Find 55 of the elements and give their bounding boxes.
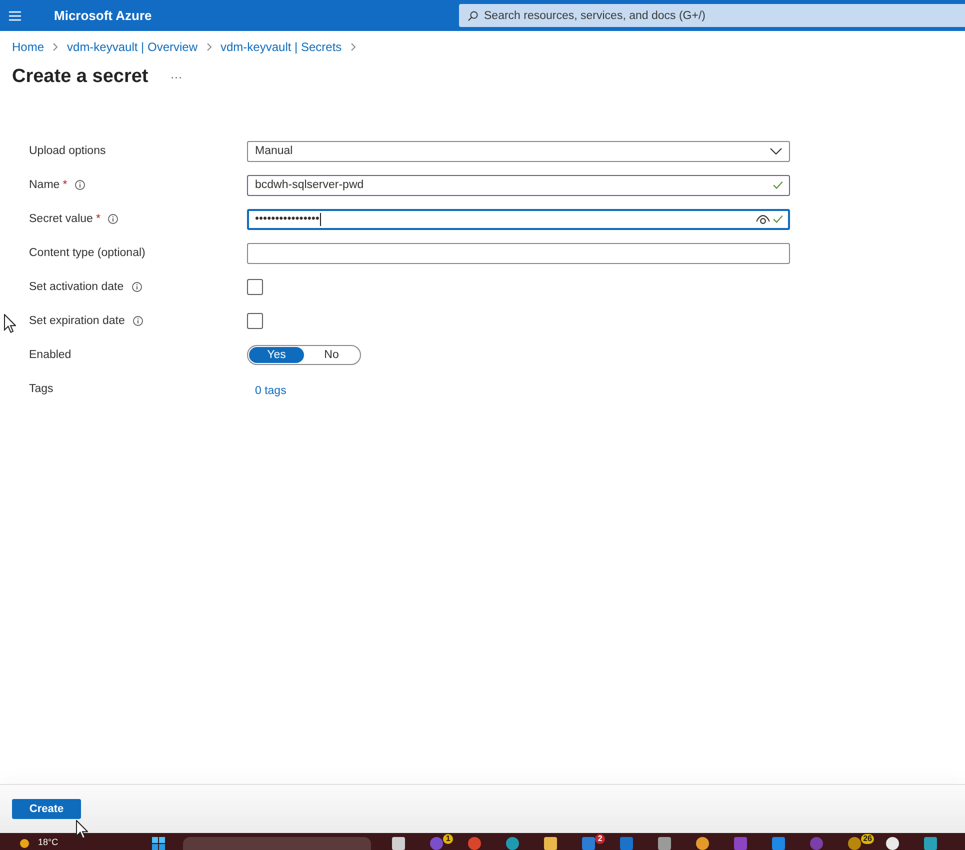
portal-title[interactable]: Microsoft Azure: [54, 8, 152, 23]
text-field[interactable]: [247, 242, 790, 264]
field-label: Set expiration date: [29, 315, 125, 327]
eye-icon[interactable]: [756, 214, 770, 224]
taskbar-search-field[interactable]: [183, 837, 372, 850]
mouse-pointer-icon: [76, 820, 88, 839]
checkbox[interactable]: [247, 279, 263, 295]
app-icon[interactable]: [544, 837, 557, 850]
start-menu-icon[interactable]: [152, 837, 166, 850]
chevron-right-icon: [350, 43, 356, 51]
breadcrumb-link[interactable]: vdm-keyvault | Secrets: [220, 40, 342, 54]
info-icon[interactable]: [132, 316, 143, 326]
app-icon[interactable]: [886, 837, 899, 850]
temperature-text: 18°C: [38, 837, 58, 847]
chevron-right-icon: [206, 43, 212, 51]
page-title: Create a secret: [12, 66, 148, 88]
text-field[interactable]: bcdwh-sqlserver-pwd: [247, 174, 790, 196]
toggle-option[interactable]: No: [304, 347, 359, 363]
toggle-option[interactable]: Yes: [249, 347, 304, 363]
field-label: Set activation date: [29, 281, 124, 293]
dropdown-field[interactable]: Manual: [247, 140, 790, 162]
info-icon[interactable]: [75, 180, 86, 190]
breadcrumb-link[interactable]: Home: [12, 40, 44, 54]
field-label: Enabled: [29, 349, 72, 361]
chevron-right-icon: [53, 43, 58, 51]
create-button[interactable]: Create: [12, 799, 81, 819]
field-label: Secret value: [29, 213, 93, 225]
notification-badge: 1: [443, 834, 454, 844]
password-field[interactable]: ••••••••••••••••: [247, 208, 790, 230]
app-icon[interactable]: [924, 837, 937, 850]
field-label: Content type (optional): [29, 247, 146, 259]
mouse-pointer-icon: [4, 314, 16, 333]
field-label: Upload options: [29, 145, 106, 157]
sun-icon[interactable]: [20, 839, 29, 848]
field-label: Tags: [29, 383, 54, 395]
app-icon[interactable]: [658, 837, 671, 850]
text-cursor: [320, 212, 322, 226]
more-options-button[interactable]: ···: [168, 70, 184, 84]
required-mark: *: [96, 213, 100, 225]
breadcrumb-link[interactable]: vdm-keyvault | Overview: [67, 40, 198, 54]
search-field[interactable]: Search resources, services, and docs (G+/): [459, 4, 965, 27]
tags-link[interactable]: 0 tags: [255, 385, 286, 397]
menu-icon[interactable]: [9, 10, 21, 20]
notification-badge: 26: [861, 834, 874, 844]
info-icon[interactable]: [132, 282, 142, 292]
required-mark: *: [62, 179, 68, 191]
field-label: Name: [29, 179, 60, 191]
checkbox[interactable]: [247, 313, 263, 329]
info-icon[interactable]: [108, 214, 118, 224]
chevron-down-icon: [770, 148, 782, 154]
app-icon[interactable]: [696, 837, 709, 850]
toggle-switch[interactable]: Yes No: [247, 345, 361, 365]
notification-badge: 2: [595, 834, 606, 844]
search-icon: [468, 10, 478, 20]
app-icon[interactable]: [392, 837, 405, 850]
